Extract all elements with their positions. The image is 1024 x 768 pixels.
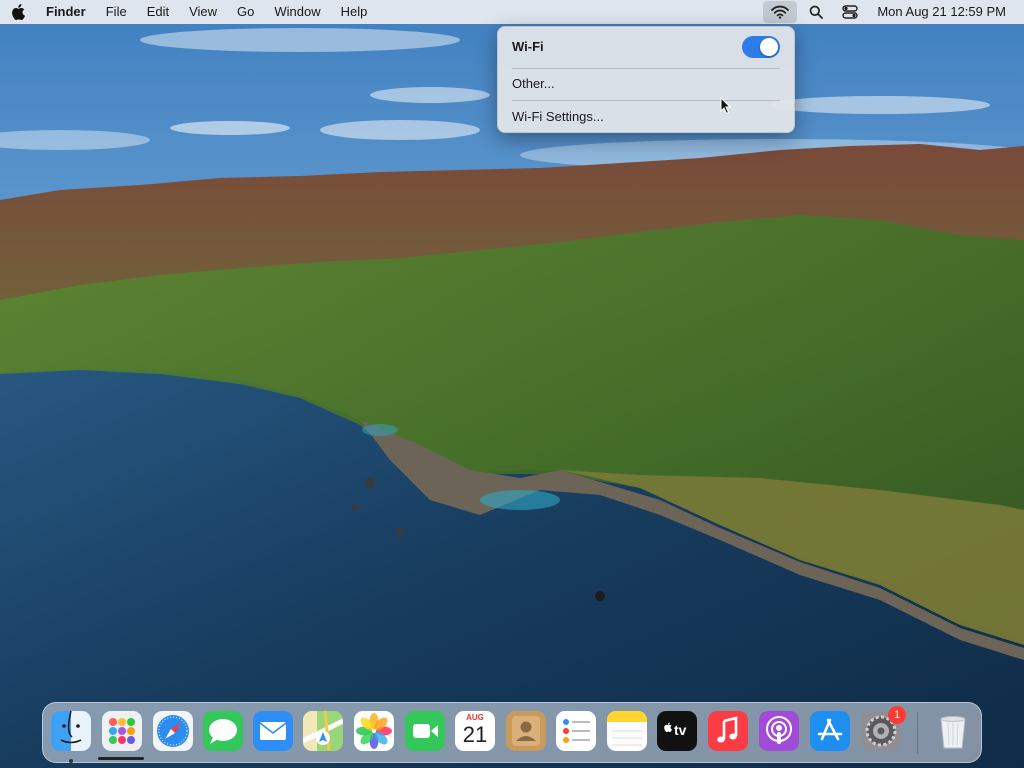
- mouse-cursor-icon: [720, 97, 732, 115]
- notes-icon[interactable]: [607, 711, 647, 751]
- wifi-icon[interactable]: [763, 1, 798, 23]
- photos-icon[interactable]: [354, 711, 394, 751]
- calendar-day: 21: [462, 722, 488, 747]
- wifi-menu-title: Wi-Fi: [512, 39, 544, 54]
- control-center-icon[interactable]: [833, 0, 867, 24]
- finder-running-indicator: [69, 759, 73, 763]
- safari-icon[interactable]: [153, 711, 193, 751]
- wifi-menu: Wi-Fi Other... Wi-Fi Settings...: [497, 26, 795, 133]
- menu-clock[interactable]: Mon Aug 21 12:59 PM: [867, 0, 1024, 24]
- menu-file[interactable]: File: [96, 0, 137, 24]
- menu-go[interactable]: Go: [227, 0, 264, 24]
- dock: AUG 21 tv: [42, 702, 982, 763]
- finder-icon[interactable]: [51, 711, 91, 751]
- dock-separator: [917, 712, 918, 754]
- reminders-icon[interactable]: [556, 711, 596, 751]
- mail-icon[interactable]: [253, 711, 293, 751]
- settings-badge: 1: [888, 706, 906, 724]
- app-store-icon[interactable]: [810, 711, 850, 751]
- wifi-toggle[interactable]: [742, 36, 780, 58]
- dock-minimized-indicator: [98, 757, 144, 760]
- facetime-icon[interactable]: [405, 711, 445, 751]
- podcasts-icon[interactable]: [759, 711, 799, 751]
- menu-edit[interactable]: Edit: [137, 0, 179, 24]
- menu-separator: [512, 100, 780, 101]
- menu-bar: Finder File Edit View Go Window Help Mon…: [0, 0, 1024, 24]
- calendar-month: AUG: [466, 713, 484, 722]
- menu-separator: [512, 68, 780, 69]
- messages-icon[interactable]: [203, 711, 243, 751]
- tv-label: tv: [674, 722, 687, 738]
- trash-icon[interactable]: [933, 711, 973, 751]
- menu-app-name[interactable]: Finder: [36, 0, 96, 24]
- search-icon[interactable]: [799, 0, 833, 24]
- apple-tv-icon[interactable]: tv: [657, 711, 697, 751]
- calendar-icon[interactable]: AUG 21: [455, 711, 495, 751]
- apple-menu-icon[interactable]: [0, 0, 36, 24]
- launchpad-icon[interactable]: [102, 711, 142, 751]
- contacts-icon[interactable]: [506, 711, 546, 751]
- wifi-other-item[interactable]: Other...: [512, 75, 780, 93]
- music-icon[interactable]: [708, 711, 748, 751]
- maps-icon[interactable]: [303, 711, 343, 751]
- wifi-toggle-knob: [760, 38, 778, 56]
- menu-window[interactable]: Window: [264, 0, 330, 24]
- menu-view[interactable]: View: [179, 0, 227, 24]
- menu-help[interactable]: Help: [331, 0, 378, 24]
- wifi-settings-item[interactable]: Wi-Fi Settings...: [512, 108, 780, 126]
